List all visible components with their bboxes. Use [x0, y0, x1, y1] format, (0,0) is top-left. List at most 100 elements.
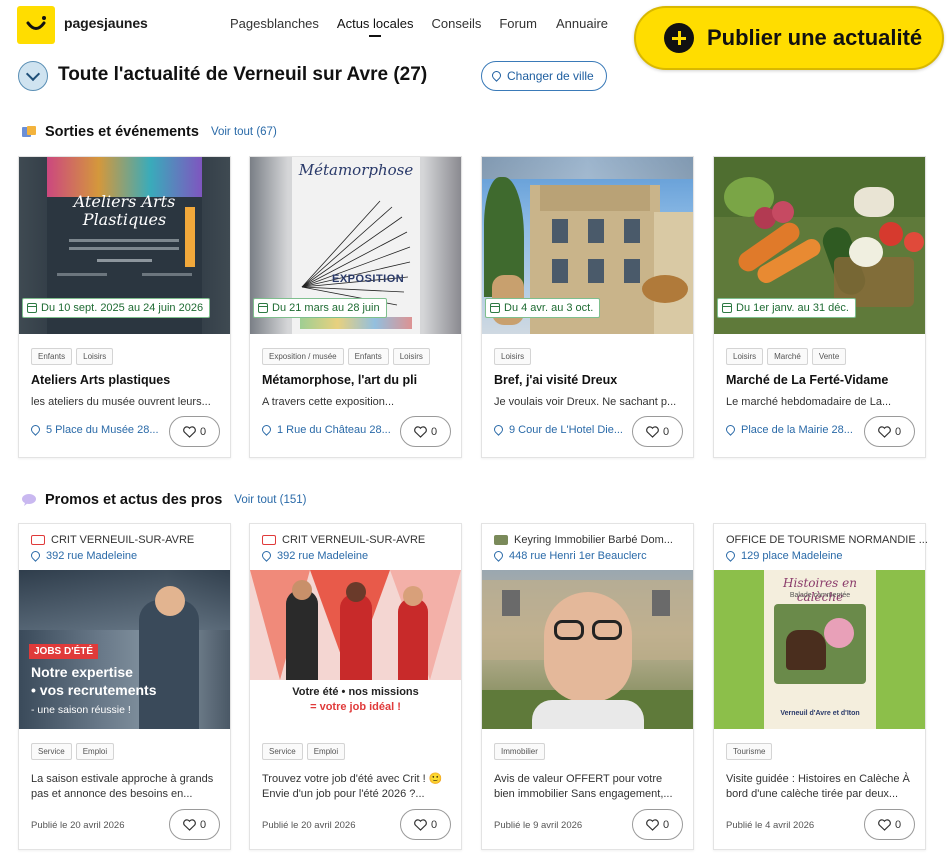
- event-address[interactable]: Place de la Mairie 28...: [726, 424, 853, 436]
- promo-address[interactable]: 392 rue Madeleine: [31, 550, 137, 562]
- location-pin-icon: [726, 551, 735, 562]
- event-description: Je voulais voir Dreux. Ne sachant p...: [494, 396, 677, 408]
- heart-icon: [646, 818, 659, 831]
- event-address[interactable]: 1 Rue du Château 28...: [262, 424, 391, 436]
- chevron-down-icon[interactable]: [18, 61, 48, 91]
- like-button[interactable]: 0: [169, 809, 220, 840]
- nav-pagesblanches[interactable]: Pagesblanches: [230, 16, 319, 31]
- nav-forum[interactable]: Forum: [499, 16, 537, 31]
- promo-organization[interactable]: Keyring Immobilier Barbé Dom...: [494, 534, 673, 546]
- like-button[interactable]: 0: [864, 416, 915, 447]
- change-city-button[interactable]: Changer de ville: [481, 61, 607, 91]
- event-address[interactable]: 9 Cour de L'Hotel Die...: [494, 424, 623, 436]
- promo-description[interactable]: Avis de valeur OFFERT pour votre bien im…: [494, 772, 684, 802]
- event-card[interactable]: Du 1er janv. au 31 déc. Loisirs Marché V…: [713, 156, 926, 458]
- event-card[interactable]: Du 4 avr. au 3 oct. Loisirs Bref, j'ai v…: [481, 156, 694, 458]
- event-image: Du 1er janv. au 31 déc.: [714, 157, 925, 334]
- promos-see-all-link[interactable]: Voir tout (151): [234, 494, 306, 506]
- calendar-icon: [722, 303, 732, 313]
- promos-section-header: Promos et actus des pros Voir tout (151): [21, 492, 307, 508]
- event-card[interactable]: Métamorphose EXPOSITION Du 21 mars au 28…: [249, 156, 462, 458]
- tag: Emploi: [306, 743, 346, 760]
- nav-conseils[interactable]: Conseils: [432, 16, 482, 31]
- promo-description[interactable]: Visite guidée : Histoires en Calèche À b…: [726, 772, 916, 802]
- publish-date: Publié le 20 avril 2026: [31, 820, 125, 831]
- location-pin-icon: [262, 551, 271, 562]
- event-date-badge: Du 21 mars au 28 juin: [253, 298, 387, 318]
- promo-description[interactable]: La saison estivale approche à grands pas…: [31, 772, 221, 802]
- tag: Vente: [811, 348, 847, 365]
- promos-section-title: Promos et actus des pros: [45, 492, 223, 508]
- event-card[interactable]: Ateliers Arts Plastiques Du 10 sept. 202…: [18, 156, 231, 458]
- event-description: les ateliers du musée ouvrent leurs...: [31, 396, 211, 408]
- event-title[interactable]: Métamorphose, l'art du pli: [262, 373, 417, 387]
- tag: Service: [262, 743, 303, 760]
- location-pin-icon: [31, 425, 40, 436]
- promo-address-text: 392 rue Madeleine: [46, 550, 138, 562]
- heart-icon: [414, 818, 427, 831]
- event-tags: Enfants Loisirs: [31, 348, 117, 365]
- page-title: Toute l'actualité de Verneuil sur Avre (…: [58, 64, 428, 85]
- like-button[interactable]: 0: [864, 809, 915, 840]
- pagesjaunes-logo[interactable]: [17, 6, 55, 44]
- calendar-icon: [490, 303, 500, 313]
- promo-tags: Service Emploi: [262, 743, 349, 760]
- events-see-all-link[interactable]: Voir tout (67): [211, 126, 277, 138]
- event-title[interactable]: Bref, j'ai visité Dreux: [494, 373, 617, 387]
- nav-annuaire[interactable]: Annuaire: [556, 16, 608, 31]
- like-button[interactable]: 0: [169, 416, 220, 447]
- promo-card[interactable]: CRIT VERNEUIL-SUR-AVRE 392 rue Madeleine…: [249, 523, 462, 850]
- event-date: Du 1er janv. au 31 déc.: [736, 302, 849, 314]
- tag: Emploi: [75, 743, 115, 760]
- promo-organization[interactable]: OFFICE DE TOURISME NORMANDIE ...: [726, 534, 928, 546]
- promo-card[interactable]: OFFICE DE TOURISME NORMANDIE ... 129 pla…: [713, 523, 928, 850]
- promo-address[interactable]: 448 rue Henri 1er Beauclerc: [494, 550, 647, 562]
- promo-tags: Service Emploi: [31, 743, 118, 760]
- promo-address-text: 392 rue Madeleine: [277, 550, 369, 562]
- event-title[interactable]: Marché de La Ferté-Vidame: [726, 373, 888, 387]
- nav-annuaire-clipped[interactable]: Annuaire: [556, 12, 616, 36]
- promo-card[interactable]: CRIT VERNEUIL-SUR-AVRE 392 rue Madeleine…: [18, 523, 231, 850]
- tag: Enfants: [31, 348, 73, 365]
- events-section-header: Sorties et événements Voir tout (67): [21, 124, 277, 140]
- promo-address[interactable]: 129 place Madeleine: [726, 550, 843, 562]
- event-date-badge: Du 1er janv. au 31 déc.: [717, 298, 856, 318]
- publish-news-button[interactable]: Publier une actualité: [634, 6, 944, 70]
- publish-date: Publié le 4 avril 2026: [726, 820, 815, 831]
- promo-organization[interactable]: CRIT VERNEUIL-SUR-AVRE: [262, 534, 425, 546]
- promo-overlay-line2: = votre job idéal !: [310, 701, 401, 713]
- like-button[interactable]: 0: [400, 809, 451, 840]
- like-count: 0: [199, 818, 207, 831]
- organization-name: CRIT VERNEUIL-SUR-AVRE: [51, 534, 195, 546]
- like-button[interactable]: 0: [400, 416, 451, 447]
- calendar-icon: [258, 303, 268, 313]
- heart-icon: [878, 818, 891, 831]
- like-button[interactable]: 0: [632, 416, 683, 447]
- event-date-badge: Du 10 sept. 2025 au 24 juin 2026: [22, 298, 211, 318]
- plus-circle-icon: [664, 23, 694, 53]
- location-pin-icon: [726, 425, 735, 436]
- brand-name[interactable]: pagesjaunes: [64, 15, 148, 31]
- keyring-logo-icon: [494, 535, 508, 545]
- organization-name: CRIT VERNEUIL-SUR-AVRE: [282, 534, 426, 546]
- event-address[interactable]: 5 Place du Musée 28...: [31, 424, 159, 436]
- main-nav: Pagesblanches Actus locales Conseils For…: [230, 16, 555, 37]
- poster-title-line2: Plastiques: [82, 210, 167, 229]
- tag: Loisirs: [494, 348, 532, 365]
- promo-card[interactable]: Keyring Immobilier Barbé Dom... 448 rue …: [481, 523, 694, 850]
- promo-organization[interactable]: CRIT VERNEUIL-SUR-AVRE: [31, 534, 194, 546]
- promo-description[interactable]: Trouvez votre job d'été avec Crit ! 🙂 En…: [262, 772, 452, 802]
- event-title[interactable]: Ateliers Arts plastiques: [31, 373, 170, 387]
- speech-bubble-icon: [21, 493, 37, 507]
- location-pin-icon: [494, 551, 503, 562]
- location-pin-icon: [492, 71, 501, 82]
- nav-actus-locales[interactable]: Actus locales: [337, 16, 414, 37]
- event-tags: Exposition / musée Enfants Loisirs: [262, 348, 434, 365]
- like-button[interactable]: 0: [632, 809, 683, 840]
- heart-icon: [183, 425, 196, 438]
- smile-logo-icon: [26, 16, 46, 30]
- promo-address[interactable]: 392 rue Madeleine: [262, 550, 368, 562]
- organization-name: Keyring Immobilier Barbé Dom...: [514, 534, 673, 546]
- publish-date: Publié le 20 avril 2026: [262, 820, 356, 831]
- heart-icon: [646, 425, 659, 438]
